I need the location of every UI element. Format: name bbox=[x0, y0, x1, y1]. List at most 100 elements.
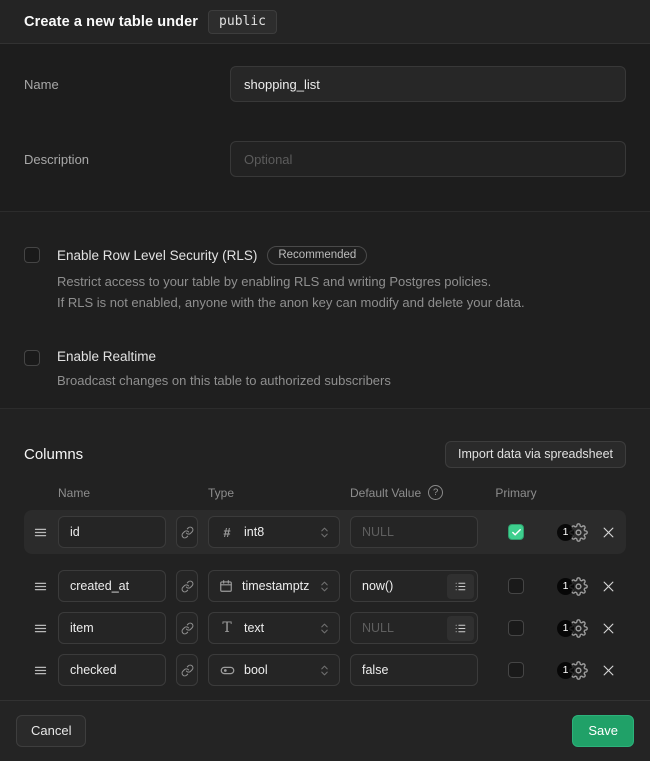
column-settings-button[interactable]: 1 bbox=[554, 523, 588, 542]
schema-badge: public bbox=[208, 10, 277, 34]
hash-icon: # T bbox=[219, 525, 235, 540]
column-name-value: checked bbox=[70, 663, 117, 677]
help-icon[interactable]: ? bbox=[428, 485, 443, 500]
primary-checkbox[interactable] bbox=[508, 662, 524, 678]
remove-column-icon[interactable] bbox=[598, 579, 618, 594]
foreign-key-link-icon[interactable] bbox=[176, 654, 198, 686]
realtime-texts: Enable Realtime Broadcast changes on thi… bbox=[57, 349, 626, 391]
default-value-input[interactable]: NULL bbox=[350, 516, 478, 548]
columns-rows: id # T int8 NULL 1 bbox=[24, 510, 626, 691]
rls-texts: Enable Row Level Security (RLS) Recommen… bbox=[57, 246, 626, 313]
column-row: item # T text NULL 1 bbox=[24, 607, 626, 649]
toggle-icon: # T bbox=[219, 663, 235, 678]
drag-handle-icon[interactable] bbox=[32, 663, 48, 678]
chevrons-up-down-icon bbox=[318, 622, 331, 635]
drag-handle-icon[interactable] bbox=[32, 621, 48, 636]
panel-footer: Cancel Save bbox=[0, 700, 650, 761]
header-type: Type bbox=[208, 486, 340, 500]
column-row: checked # T bool false 1 bbox=[24, 649, 626, 691]
table-options-section: Enable Row Level Security (RLS) Recommen… bbox=[0, 211, 650, 408]
rls-description-line2: If RLS is not enabled, anyone with the a… bbox=[57, 292, 626, 313]
default-value-text: now() bbox=[362, 579, 447, 593]
table-name-input[interactable] bbox=[230, 66, 626, 102]
column-settings-button[interactable]: 1 bbox=[554, 619, 588, 638]
default-value-input[interactable]: now() bbox=[350, 570, 478, 602]
settings-count-badge: 1 bbox=[557, 578, 574, 595]
rls-title: Enable Row Level Security (RLS) bbox=[57, 248, 257, 263]
column-type-value: bool bbox=[244, 663, 309, 677]
rls-checkbox[interactable] bbox=[24, 247, 40, 263]
default-value-input[interactable]: NULL bbox=[350, 612, 478, 644]
description-label: Description bbox=[24, 152, 230, 167]
column-row: created_at # T timestamptz now() bbox=[24, 565, 626, 607]
default-value-input[interactable]: false bbox=[350, 654, 478, 686]
default-value-text: NULL bbox=[362, 621, 447, 635]
foreign-key-link-icon[interactable] bbox=[176, 516, 198, 548]
default-suggestions-icon[interactable] bbox=[447, 616, 474, 641]
name-label: Name bbox=[24, 77, 230, 92]
settings-count-badge: 1 bbox=[557, 620, 574, 637]
recommended-badge: Recommended bbox=[267, 246, 367, 265]
realtime-checkbox[interactable] bbox=[24, 350, 40, 366]
settings-count-badge: 1 bbox=[557, 662, 574, 679]
primary-checkbox[interactable] bbox=[508, 524, 524, 540]
default-value-text: NULL bbox=[362, 525, 447, 539]
chevrons-up-down-icon bbox=[318, 664, 331, 677]
create-table-panel: Create a new table under public Name Des… bbox=[0, 0, 650, 761]
column-type-value: timestamptz bbox=[242, 579, 309, 593]
realtime-option: Enable Realtime Broadcast changes on thi… bbox=[24, 349, 626, 391]
default-value-text: false bbox=[362, 663, 447, 677]
chevrons-up-down-icon bbox=[318, 580, 331, 593]
calendar-icon: # T bbox=[219, 579, 233, 593]
rls-description-line1: Restrict access to your table by enablin… bbox=[57, 271, 626, 292]
column-name-input[interactable]: checked bbox=[58, 654, 166, 686]
remove-column-icon[interactable] bbox=[598, 663, 618, 678]
name-form-row: Name bbox=[24, 66, 626, 102]
column-type-select[interactable]: # T text bbox=[208, 612, 340, 644]
remove-column-icon[interactable] bbox=[598, 621, 618, 636]
header-name: Name bbox=[58, 486, 166, 500]
chevrons-up-down-icon bbox=[318, 526, 331, 539]
foreign-key-link-icon[interactable] bbox=[176, 612, 198, 644]
panel-title: Create a new table under bbox=[24, 14, 198, 30]
column-settings-button[interactable]: 1 bbox=[554, 661, 588, 680]
columns-header-row: Name Type Default Value ? Primary bbox=[24, 485, 626, 500]
import-spreadsheet-button[interactable]: Import data via spreadsheet bbox=[445, 441, 626, 468]
columns-section: Columns Import data via spreadsheet Name… bbox=[0, 408, 650, 700]
column-name-value: created_at bbox=[70, 579, 129, 593]
rls-option: Enable Row Level Security (RLS) Recommen… bbox=[24, 246, 626, 313]
panel-header: Create a new table under public bbox=[0, 0, 650, 44]
column-row: id # T int8 NULL 1 bbox=[24, 510, 626, 554]
column-name-input[interactable]: created_at bbox=[58, 570, 166, 602]
column-type-select[interactable]: # T bool bbox=[208, 654, 340, 686]
description-form-row: Description bbox=[24, 141, 626, 177]
drag-handle-icon[interactable] bbox=[32, 525, 48, 540]
column-type-value: int8 bbox=[244, 525, 309, 539]
save-button[interactable]: Save bbox=[572, 715, 634, 747]
column-type-value: text bbox=[244, 621, 309, 635]
realtime-title: Enable Realtime bbox=[57, 349, 156, 364]
table-description-input[interactable] bbox=[230, 141, 626, 177]
column-name-input[interactable]: id bbox=[58, 516, 166, 548]
header-default-value: Default Value bbox=[350, 486, 421, 500]
primary-checkbox[interactable] bbox=[508, 620, 524, 636]
table-details-section: Name Description bbox=[0, 44, 650, 211]
foreign-key-link-icon[interactable] bbox=[176, 570, 198, 602]
column-name-value: item bbox=[70, 621, 94, 635]
column-name-value: id bbox=[70, 525, 80, 539]
realtime-description: Broadcast changes on this table to autho… bbox=[57, 370, 626, 391]
primary-checkbox[interactable] bbox=[508, 578, 524, 594]
text-icon: # T bbox=[219, 620, 235, 636]
remove-column-icon[interactable] bbox=[598, 525, 618, 540]
column-settings-button[interactable]: 1 bbox=[554, 577, 588, 596]
drag-handle-icon[interactable] bbox=[32, 579, 48, 594]
default-suggestions-icon[interactable] bbox=[447, 574, 474, 599]
settings-count-badge: 1 bbox=[557, 524, 574, 541]
column-type-select[interactable]: # T int8 bbox=[208, 516, 340, 548]
header-primary: Primary bbox=[488, 486, 544, 500]
cancel-button[interactable]: Cancel bbox=[16, 715, 86, 747]
columns-title: Columns bbox=[24, 446, 83, 463]
column-type-select[interactable]: # T timestamptz bbox=[208, 570, 340, 602]
column-name-input[interactable]: item bbox=[58, 612, 166, 644]
rls-description: Restrict access to your table by enablin… bbox=[57, 271, 626, 313]
